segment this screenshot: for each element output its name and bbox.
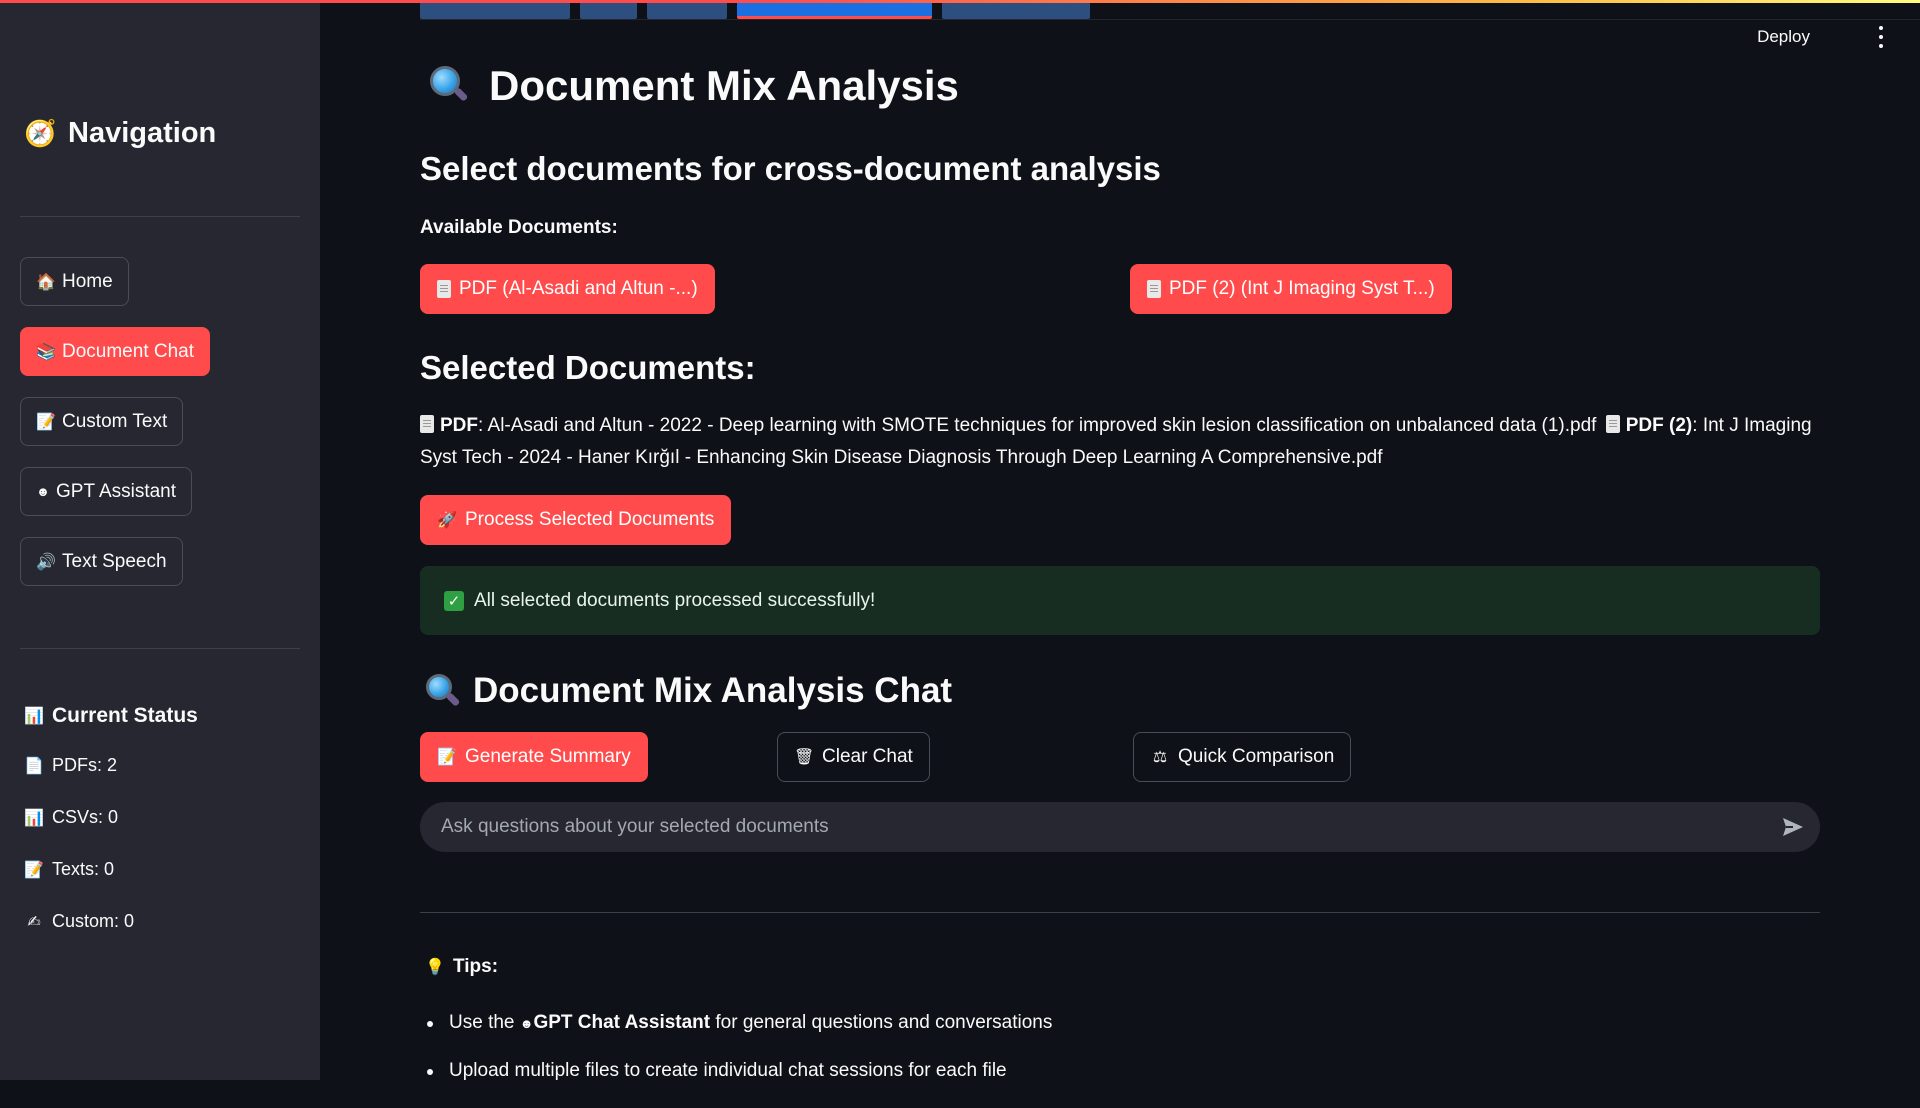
generate-summary-button[interactable]: 📝 Generate Summary xyxy=(420,732,648,782)
sidebar: 🧭 Navigation 🏠 Home 📚 Document Chat 📝 Cu… xyxy=(0,0,320,1080)
status-title-text: Current Status xyxy=(52,704,198,727)
document-select-label: PDF (Al-Asadi and Altun -...) xyxy=(459,278,698,299)
page-icon xyxy=(437,280,451,298)
quick-comparison-label: Quick Comparison xyxy=(1178,746,1335,767)
section-divider xyxy=(420,912,1820,913)
speaker-icon: 🔊 xyxy=(36,553,56,571)
writing-hand-icon: ✍ xyxy=(27,913,41,931)
selected-doc-name: Al-Asadi and Altun - 2022 - Deep learnin… xyxy=(487,415,1597,436)
sidebar-button-label: Home xyxy=(62,270,113,292)
status-item-csvs: 📊 CSVs: 0 xyxy=(24,807,118,828)
status-item-custom: ✍ Custom: 0 xyxy=(24,911,134,932)
list-item: Use the ☻GPT Chat Assistant for general … xyxy=(420,1012,1052,1034)
status-item-label: Custom: 0 xyxy=(52,911,135,931)
check-icon: ✓ xyxy=(444,590,464,611)
sidebar-button-text-speech[interactable]: 🔊 Text Speech xyxy=(20,537,183,586)
success-alert: ✓ All selected documents processed succe… xyxy=(420,566,1820,635)
page-title: Document Mix Analysis xyxy=(427,62,959,110)
clear-chat-button[interactable]: 🗑 Clear Chat xyxy=(777,732,930,782)
magnifying-glass-icon xyxy=(427,64,471,108)
top-decoration-bar xyxy=(0,0,1920,3)
memo-icon: 📝 xyxy=(36,413,56,431)
sidebar-button-gpt-assistant[interactable]: ☻ GPT Assistant xyxy=(20,467,193,516)
bar-chart-icon: 📊 xyxy=(24,809,44,827)
sidebar-divider xyxy=(20,648,300,649)
robot-icon: ☻ xyxy=(36,484,50,499)
selected-documents-list: PDF: Al-Asadi and Altun - 2022 - Deep le… xyxy=(420,415,1812,468)
chat-input-container xyxy=(420,802,1820,852)
tips-label-text: Tips: xyxy=(453,956,499,977)
status-item-texts: 📝 Texts: 0 xyxy=(24,859,114,880)
page-icon xyxy=(420,415,434,433)
rocket-icon: 🚀 xyxy=(437,512,457,529)
list-item: Upload multiple files to create individu… xyxy=(420,1060,1052,1082)
sidebar-button-home[interactable]: 🏠 Home xyxy=(20,257,129,306)
clear-chat-label: Clear Chat xyxy=(822,746,913,767)
sidebar-button-label: GPT Assistant xyxy=(56,480,177,502)
robot-icon: ☻ xyxy=(519,1016,534,1031)
status-title: 📊 Current Status xyxy=(24,704,198,728)
selected-documents-heading: Selected Documents: xyxy=(420,349,756,386)
section-subtitle: Select documents for cross-document anal… xyxy=(420,150,1161,187)
bar-chart-icon: 📊 xyxy=(24,708,44,725)
page-icon: 📄 xyxy=(24,757,44,775)
memo-icon: 📝 xyxy=(24,861,44,879)
process-documents-button[interactable]: 🚀 Process Selected Documents xyxy=(420,495,732,545)
selected-doc-type: PDF xyxy=(440,415,478,436)
main-content: Document Mix Analysis Select documents f… xyxy=(420,0,1820,1081)
lightbulb-icon: 💡 xyxy=(425,959,445,976)
sidebar-button-label: Custom Text xyxy=(62,410,168,432)
generate-summary-label: Generate Summary xyxy=(465,746,631,767)
available-documents-label: Available Documents: xyxy=(420,217,618,238)
page-title-text: Document Mix Analysis xyxy=(489,62,959,109)
chat-title-text: Document Mix Analysis Chat xyxy=(473,671,953,710)
process-documents-label: Process Selected Documents xyxy=(465,509,715,530)
success-message: All selected documents processed success… xyxy=(474,589,876,611)
status-item-label: CSVs: 0 xyxy=(52,807,119,827)
magnifying-glass-icon xyxy=(423,672,461,710)
memo-icon: 📝 xyxy=(437,749,457,766)
selected-doc-type: PDF (2) xyxy=(1625,415,1693,436)
status-item-label: Texts: 0 xyxy=(52,859,115,879)
page-icon xyxy=(1147,280,1161,298)
tip-text: Upload multiple files to create individu… xyxy=(449,1060,1007,1081)
sidebar-button-custom-text[interactable]: 📝 Custom Text xyxy=(20,397,184,446)
quick-comparison-button[interactable]: ⚖ Quick Comparison xyxy=(1133,732,1352,782)
house-icon: 🏠 xyxy=(36,273,56,291)
status-item-pdfs: 📄 PDFs: 2 xyxy=(24,755,117,776)
tips-label: 💡 Tips: xyxy=(425,956,498,978)
chat-input[interactable] xyxy=(420,802,1720,852)
compass-icon: 🧭 xyxy=(24,118,57,148)
wastebasket-icon: 🗑 xyxy=(794,749,815,766)
document-select-button-1[interactable]: PDF (Al-Asadi and Altun -...) xyxy=(420,264,715,314)
chat-title: Document Mix Analysis Chat xyxy=(423,671,952,711)
tip-text: for general questions and conversations xyxy=(710,1012,1053,1033)
send-icon[interactable] xyxy=(1780,815,1806,839)
sidebar-button-label: Text Speech xyxy=(62,550,167,572)
more-menu-icon[interactable] xyxy=(1878,26,1884,48)
books-icon: 📚 xyxy=(36,343,56,361)
sidebar-button-label: Document Chat xyxy=(62,340,195,362)
tip-bold: GPT Chat Assistant xyxy=(533,1012,711,1033)
tips-list: Use the ☻GPT Chat Assistant for general … xyxy=(420,1012,1052,1108)
document-select-button-2[interactable]: PDF (2) (Int J Imaging Syst T...) xyxy=(1130,264,1452,314)
sidebar-button-document-chat[interactable]: 📚 Document Chat xyxy=(20,327,211,376)
status-item-label: PDFs: 2 xyxy=(52,755,118,775)
document-select-label: PDF (2) (Int J Imaging Syst T...) xyxy=(1169,278,1435,299)
sidebar-divider xyxy=(20,216,300,217)
sidebar-title: 🧭 Navigation xyxy=(24,117,216,150)
tip-text: Use the xyxy=(449,1012,520,1033)
balance-scale-icon: ⚖ xyxy=(1152,749,1168,766)
sidebar-title-text: Navigation xyxy=(68,117,217,149)
page-icon xyxy=(1605,415,1620,433)
